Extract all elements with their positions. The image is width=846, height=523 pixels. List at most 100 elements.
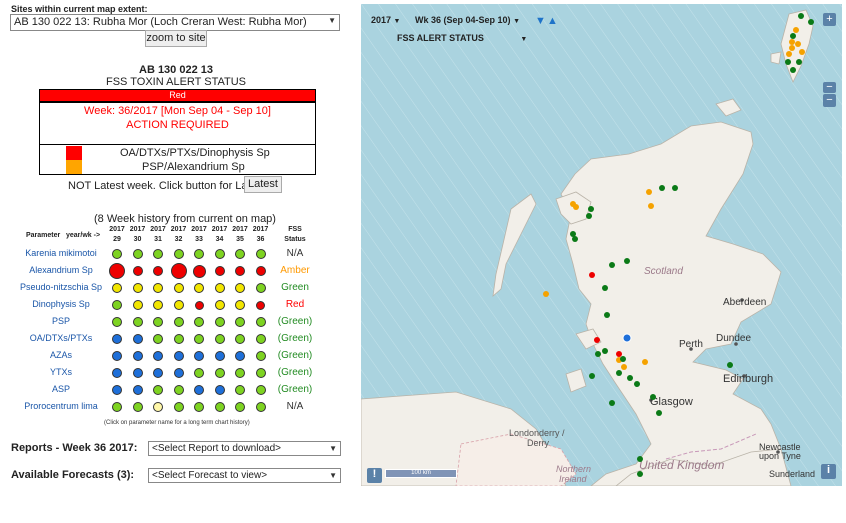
history-param-link[interactable]: Karenia mikimotoi xyxy=(11,248,111,258)
chevron-down-icon: ▼ xyxy=(329,471,337,480)
site-marker[interactable] xyxy=(589,272,595,278)
week-down-icon[interactable]: ▼ xyxy=(535,15,546,27)
legend-text-2: PSP/Alexandrium Sp xyxy=(142,161,245,173)
history-dot xyxy=(112,249,122,259)
report-select[interactable]: <Select Report to download> ▼ xyxy=(148,441,341,456)
site-marker[interactable] xyxy=(796,59,802,65)
label-northern: Northern xyxy=(556,464,591,474)
site-marker[interactable] xyxy=(616,370,622,376)
week-dropdown[interactable]: Wk 36 (Sep 04-Sep 10) ▼ xyxy=(415,15,520,25)
label-londonderry: Londonderry / xyxy=(509,428,565,438)
history-week-label: 35 xyxy=(236,236,244,243)
warning-icon[interactable]: ! xyxy=(367,468,382,483)
label-derry: Derry xyxy=(527,438,549,448)
site-marker[interactable] xyxy=(621,364,627,370)
year-dropdown[interactable]: 2017 ▼ xyxy=(371,15,400,25)
fss-status-value: (Green) xyxy=(277,367,313,378)
site-marker[interactable] xyxy=(793,27,799,33)
history-param-link[interactable]: YTXs xyxy=(11,367,111,377)
zoom-extent-button[interactable]: − xyxy=(823,82,836,93)
site-marker[interactable] xyxy=(799,49,805,55)
week-up-icon[interactable]: ▲ xyxy=(547,15,558,27)
latest-button[interactable]: Latest xyxy=(244,176,282,193)
site-marker[interactable] xyxy=(624,258,630,264)
map-view[interactable]: Scotland Aberdeen Dundee Perth Edinburgh… xyxy=(361,4,842,486)
site-marker[interactable] xyxy=(609,400,615,406)
site-marker[interactable] xyxy=(659,185,665,191)
zoom-to-site-button[interactable]: zoom to site xyxy=(145,30,207,47)
site-marker[interactable] xyxy=(642,359,648,365)
history-param-link[interactable]: OA/DTXs/PTXs xyxy=(11,333,111,343)
history-dot xyxy=(112,351,122,361)
history-param-link[interactable]: Pseudo-nitzschia Sp xyxy=(11,282,111,292)
site-marker[interactable] xyxy=(634,381,640,387)
site-marker[interactable] xyxy=(589,373,595,379)
site-marker[interactable] xyxy=(604,312,610,318)
history-dot xyxy=(112,300,122,310)
history-dot xyxy=(235,334,245,344)
site-marker[interactable] xyxy=(808,19,814,25)
layer-dropdown[interactable]: FSS ALERT STATUS ▼ xyxy=(397,33,527,43)
site-marker[interactable] xyxy=(588,206,594,212)
zoom-out-button[interactable]: − xyxy=(823,94,836,107)
site-marker[interactable] xyxy=(786,51,792,57)
site-marker[interactable] xyxy=(789,39,795,45)
fss-status-value: (Green) xyxy=(277,350,313,361)
history-dot xyxy=(235,385,245,395)
site-select[interactable]: AB 130 022 13: Rubha Mor (Loch Creran We… xyxy=(10,14,340,31)
site-marker[interactable] xyxy=(637,456,643,462)
history-dot xyxy=(235,283,245,293)
site-marker[interactable] xyxy=(648,203,654,209)
history-param-link[interactable]: Prorocentrum lima xyxy=(11,401,111,411)
history-param-link[interactable]: AZAs xyxy=(11,350,111,360)
site-marker[interactable] xyxy=(650,394,656,400)
site-marker[interactable] xyxy=(785,59,791,65)
site-marker[interactable] xyxy=(627,375,633,381)
site-marker[interactable] xyxy=(586,213,592,219)
history-dot xyxy=(214,317,225,327)
site-marker[interactable] xyxy=(543,291,549,297)
site-marker[interactable] xyxy=(790,33,796,39)
history-param-link[interactable]: PSP xyxy=(11,316,111,326)
history-dot xyxy=(112,402,122,412)
history-param-link[interactable]: Alexandrium Sp xyxy=(11,265,111,275)
site-marker[interactable] xyxy=(798,13,804,19)
site-marker[interactable] xyxy=(656,410,662,416)
site-marker[interactable] xyxy=(622,333,632,343)
site-marker[interactable] xyxy=(616,351,622,357)
site-marker[interactable] xyxy=(595,351,601,357)
history-dot xyxy=(255,249,266,259)
site-marker[interactable] xyxy=(572,236,578,242)
history-week-label: 29 xyxy=(113,236,121,243)
status-badge: Red xyxy=(39,89,316,102)
site-marker[interactable] xyxy=(594,337,600,343)
history-dot xyxy=(214,249,225,259)
site-marker[interactable] xyxy=(727,362,733,368)
history-param-link[interactable]: ASP xyxy=(11,384,111,394)
history-dot xyxy=(256,300,265,310)
site-marker[interactable] xyxy=(637,471,643,477)
site-marker[interactable] xyxy=(620,356,626,362)
history-year-label: 2017 xyxy=(232,226,248,233)
site-marker[interactable] xyxy=(672,185,678,191)
history-dot xyxy=(173,249,184,259)
history-param-link[interactable]: Dinophysis Sp xyxy=(11,299,111,309)
site-marker[interactable] xyxy=(790,67,796,73)
site-marker[interactable] xyxy=(602,285,608,291)
zoom-in-button[interactable]: + xyxy=(823,13,836,26)
site-marker[interactable] xyxy=(795,41,801,47)
forecast-select[interactable]: <Select Forecast to view> ▼ xyxy=(148,468,341,483)
history-dot xyxy=(235,368,245,378)
site-marker[interactable] xyxy=(646,189,652,195)
history-dot xyxy=(132,249,143,259)
history-dot xyxy=(153,283,163,293)
site-marker[interactable] xyxy=(609,262,615,268)
history-dot xyxy=(112,317,122,327)
site-marker[interactable] xyxy=(602,348,608,354)
site-marker[interactable] xyxy=(789,45,795,51)
chevron-down-icon: ▼ xyxy=(328,16,336,25)
info-icon[interactable]: i xyxy=(821,464,836,479)
site-marker[interactable] xyxy=(573,204,579,210)
chevron-down-icon: ▼ xyxy=(520,36,528,43)
history-dot xyxy=(173,334,184,344)
